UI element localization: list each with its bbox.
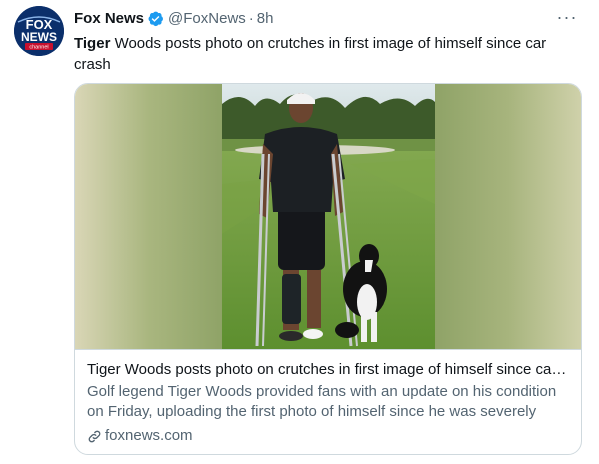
author-handle[interactable]: @FoxNews <box>168 10 246 27</box>
card-description: Golf legend Tiger Woods provided fans wi… <box>87 383 557 420</box>
tweet-text-rest: Woods posts photo on crutches in first i… <box>74 35 547 73</box>
more-horizontal-icon[interactable]: ··· <box>553 6 581 28</box>
fox-news-logo-icon: FOX NEWS channel <box>14 6 64 56</box>
tweet-text: Tiger Woods posts photo on crutches in f… <box>74 33 574 75</box>
card-body: Tiger Woods posts photo on crutches in f… <box>75 349 581 454</box>
card-domain-text: foxnews.com <box>105 427 193 444</box>
tweet[interactable]: FOX NEWS channel Fox News @FoxNews · 8h … <box>0 0 599 464</box>
card-title[interactable]: Tiger Woods posts photo on crutches in f… <box>87 360 569 380</box>
tweet-timestamp[interactable]: 8h <box>257 10 274 27</box>
author-display-name[interactable]: Fox News <box>74 10 144 27</box>
svg-text:channel: channel <box>29 45 48 51</box>
tweet-text-bold: Tiger <box>74 35 111 52</box>
svg-text:NEWS: NEWS <box>21 30 57 44</box>
avatar[interactable]: FOX NEWS channel <box>14 6 64 56</box>
tweet-header: Fox News @FoxNews · 8h <box>74 8 273 28</box>
card-image[interactable] <box>75 84 581 349</box>
separator-dot: · <box>248 9 254 27</box>
verified-badge-icon <box>147 10 164 27</box>
card-image-art <box>75 84 581 349</box>
link-icon <box>87 429 102 444</box>
card-domain[interactable]: foxnews.com <box>87 426 569 446</box>
link-preview-card[interactable]: Tiger Woods posts photo on crutches in f… <box>74 83 582 455</box>
